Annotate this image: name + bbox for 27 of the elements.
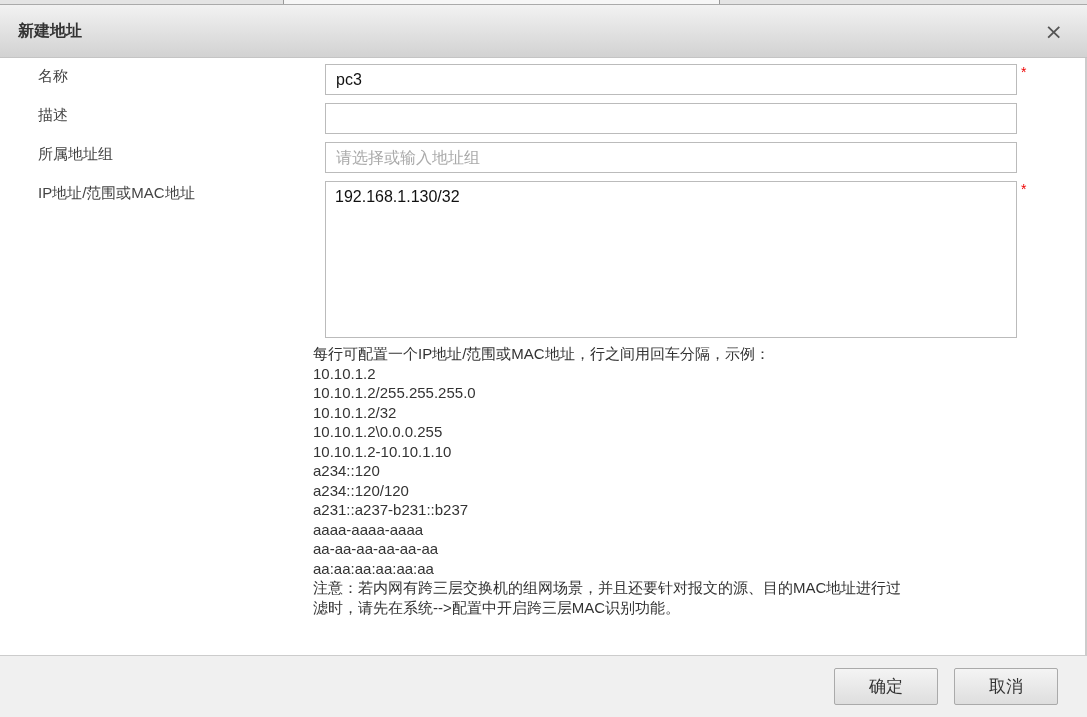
example-text: aa-aa-aa-aa-aa-aa <box>313 539 439 559</box>
dialog-title: 新建地址 <box>18 20 82 42</box>
close-button[interactable]: × <box>1038 18 1069 44</box>
field-label: 描述 <box>38 105 69 125</box>
example-text: 10.10.1.2/32 <box>313 402 397 422</box>
help-text: 每行可配置一个IP地址/范围或MAC地址，行之间用回车分隔，示例： <box>313 344 770 364</box>
field-label: IP地址/范围或MAC地址 <box>38 183 196 203</box>
field-label: 所属地址组 <box>38 144 114 164</box>
required-mark: * <box>1020 181 1028 197</box>
example-text: aaaa-aaaa-aaaa <box>313 519 424 539</box>
note-text: 注意：若内网有跨三层交换机的组网场景，并且还要针对报文的源、目的MAC地址进行过滤时，请先在系统-->配置中开启跨三层MAC识别功能。 <box>313 578 903 617</box>
example-text: 10.10.1.2\0.0.0.255 <box>313 422 443 442</box>
example-text: a234::120/120 <box>313 480 409 500</box>
example-text: a231::a237-b231::b237 <box>313 500 469 520</box>
dialog-button[interactable]: 确定 <box>834 668 938 705</box>
text-field[interactable]: 请选择或输入地址组 <box>325 142 1017 173</box>
example-text: 10.10.1.2 <box>313 363 376 383</box>
required-mark: * <box>1020 64 1028 80</box>
address-textarea[interactable]: 192.168.1.130/32 <box>325 181 1017 338</box>
text-field[interactable]: pc3 <box>325 64 1017 95</box>
example-text: 10.10.1.2/255.255.255.0 <box>313 383 476 403</box>
field-label: 名称 <box>38 66 69 86</box>
example-text: a234::120 <box>313 461 380 481</box>
dialog-button[interactable]: 取消 <box>954 668 1058 705</box>
text-field[interactable] <box>325 103 1017 134</box>
example-text: 10.10.1.2-10.10.1.10 <box>313 441 452 461</box>
example-text: aa:aa:aa:aa:aa:aa <box>313 558 434 578</box>
